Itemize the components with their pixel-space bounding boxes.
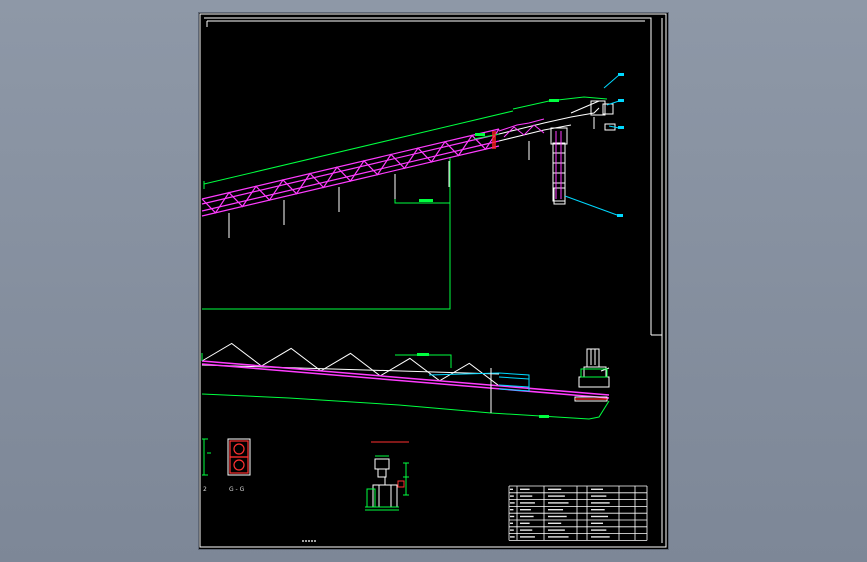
table-cell-mark <box>548 536 569 538</box>
table-cell-mark <box>510 515 515 518</box>
table-cell-mark <box>520 488 530 490</box>
drawing-frame <box>199 13 667 548</box>
leader-tags <box>617 73 624 217</box>
table-cell-mark <box>548 509 564 511</box>
upper-dimensions <box>202 96 608 310</box>
head-truss <box>498 118 562 199</box>
section-g-g: 2 G - G <box>202 438 251 493</box>
upper-truss <box>201 128 500 217</box>
support-legs <box>228 141 530 238</box>
table-cell-mark <box>591 488 603 490</box>
lower-chords <box>201 360 610 399</box>
table-cell-mark <box>591 522 603 524</box>
table-cell-mark <box>548 529 565 531</box>
table-cell-mark <box>510 529 514 531</box>
table-cell-mark <box>520 522 530 524</box>
table-cell-mark <box>548 522 562 524</box>
tail-section <box>490 348 610 413</box>
table-cell-mark <box>548 488 562 490</box>
head-section <box>498 100 616 205</box>
table-cell-mark <box>520 495 533 497</box>
table-cell-mark <box>591 529 607 531</box>
lower-dimensions <box>201 353 610 420</box>
upper-conveyor-view <box>201 73 624 310</box>
table-cell-mark <box>510 509 514 511</box>
table-cell-mark <box>520 515 534 518</box>
section-marker: 2 <box>203 486 207 493</box>
table-cell-mark <box>520 509 531 511</box>
lower-guard <box>428 372 530 392</box>
table-cell-mark <box>510 495 514 497</box>
section-label: G - G <box>229 486 245 493</box>
table-cell-mark <box>591 502 610 504</box>
red-marker <box>492 131 496 149</box>
conveyor-drawing: 2 G - G <box>199 13 667 548</box>
parts-table <box>508 485 648 541</box>
table-cell-mark <box>510 488 513 490</box>
cad-drawing-viewport[interactable]: 2 G - G <box>199 13 668 549</box>
detail-view <box>365 441 409 511</box>
table-cell-mark <box>520 529 533 531</box>
table-cell-mark <box>591 536 610 538</box>
table-cell-mark <box>548 515 567 518</box>
table-cell-mark <box>548 495 565 497</box>
table-cell-mark <box>510 502 515 504</box>
table-cell-mark <box>520 536 535 538</box>
table-cell-mark <box>510 536 515 538</box>
table-cell-mark <box>591 509 605 511</box>
table-cell-mark <box>548 502 569 504</box>
table-cell-mark <box>510 522 513 524</box>
table-cell-mark <box>591 495 607 497</box>
table-cell-mark <box>591 515 608 518</box>
lower-conveyor-view <box>201 342 610 420</box>
table-cell-mark <box>520 502 535 504</box>
leader-lines <box>564 74 620 216</box>
